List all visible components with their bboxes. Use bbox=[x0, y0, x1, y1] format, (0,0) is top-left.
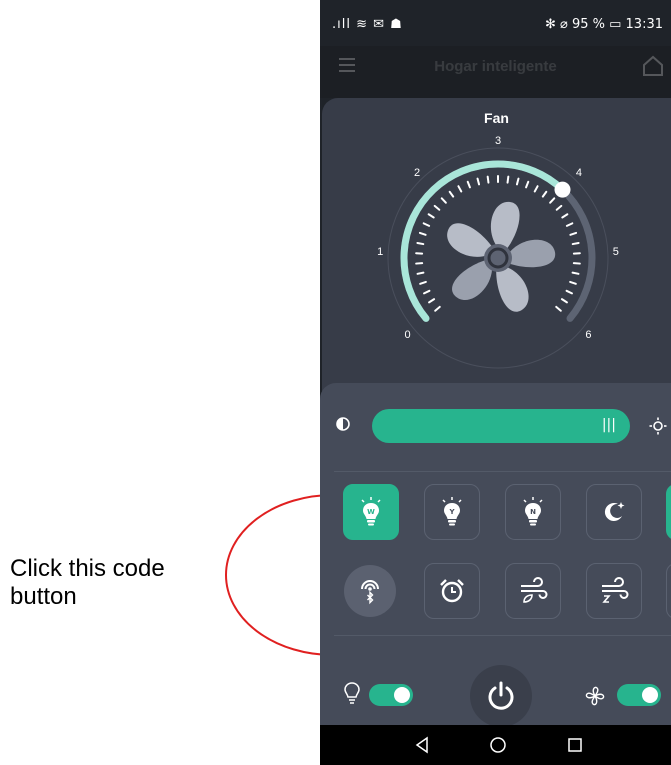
dial-tick bbox=[422, 222, 431, 227]
dial-tick bbox=[416, 271, 425, 275]
svg-text:N: N bbox=[530, 508, 536, 516]
app-bar: Hogar inteligente bbox=[320, 46, 671, 98]
dial-label-0: 0 bbox=[405, 329, 411, 341]
status-left-icons: .ıll ≋ ✉ ☗ bbox=[332, 17, 403, 32]
dial-tick bbox=[561, 213, 569, 219]
bulb-outline-icon bbox=[344, 682, 360, 704]
dial-tick bbox=[571, 241, 580, 246]
toggle-knob bbox=[394, 687, 410, 703]
alarm-clock-button[interactable] bbox=[424, 563, 480, 619]
wind-sleep-icon bbox=[602, 577, 629, 603]
dial-label-1: 1 bbox=[377, 246, 383, 258]
fan-card: Fan 0123456 bbox=[322, 98, 671, 398]
dial-label-2: 2 bbox=[414, 167, 420, 179]
navigation-bar bbox=[320, 725, 671, 765]
wind-sleep-button[interactable] bbox=[586, 563, 642, 619]
mode-moon-button[interactable] bbox=[586, 484, 642, 540]
wind-eco-button[interactable] bbox=[505, 563, 561, 619]
status-right-info: ✻ ⌀ 95 % ▭ 13:31 bbox=[544, 17, 663, 32]
power-icon bbox=[488, 681, 514, 710]
bulb-w-icon: W bbox=[361, 497, 381, 526]
moon-icon bbox=[604, 502, 625, 522]
dial-tick bbox=[457, 185, 463, 193]
dial-tick bbox=[506, 175, 510, 184]
dial-tick bbox=[565, 289, 573, 295]
dial-label-4: 4 bbox=[576, 167, 582, 179]
fan-toggle[interactable] bbox=[617, 684, 661, 706]
bluetooth-code-button[interactable] bbox=[344, 565, 396, 617]
dial-tick bbox=[418, 231, 427, 236]
contrast-icon bbox=[336, 417, 350, 431]
fan-blade bbox=[490, 201, 520, 250]
fan-blades-icon bbox=[447, 201, 555, 312]
dial-tick bbox=[433, 204, 441, 211]
back-icon[interactable] bbox=[412, 735, 432, 755]
dial-tick bbox=[416, 241, 425, 246]
dial-tick bbox=[448, 190, 455, 198]
brightness-slider[interactable]: ||| bbox=[372, 409, 630, 443]
dial-tick bbox=[569, 231, 578, 236]
dial-tick bbox=[560, 298, 568, 304]
alarm-clock-icon bbox=[440, 579, 464, 603]
dial-tick bbox=[486, 175, 490, 184]
dial-tick bbox=[466, 180, 471, 189]
dial-tick bbox=[525, 180, 530, 189]
divider bbox=[334, 471, 671, 472]
dial-tick bbox=[428, 298, 436, 304]
dial-label-5: 5 bbox=[613, 246, 619, 258]
wind-leaf-icon bbox=[521, 577, 548, 603]
light-toggle[interactable] bbox=[369, 684, 413, 706]
dial-tick bbox=[541, 190, 548, 198]
status-bar: .ıll ≋ ✉ ☗ ✻ ⌀ 95 % ▭ 13:31 bbox=[320, 0, 671, 46]
dial-tick bbox=[423, 289, 431, 295]
bulb-n-icon: N bbox=[523, 497, 543, 526]
dial-tick bbox=[515, 177, 520, 186]
fan-small-icon bbox=[585, 686, 605, 706]
mode-bulb-n-button[interactable]: N bbox=[505, 484, 561, 540]
home-icon[interactable] bbox=[641, 54, 665, 78]
dial-label-6: 6 bbox=[585, 329, 591, 341]
mode-bulb-w-button[interactable]: W bbox=[343, 484, 399, 540]
annotation-text: Click this code button bbox=[10, 555, 165, 610]
dial-tick bbox=[427, 213, 435, 219]
dial-tick bbox=[555, 204, 563, 211]
phone-screen: .ıll ≋ ✉ ☗ ✻ ⌀ 95 % ▭ 13:31 Hogar inteli… bbox=[320, 0, 671, 765]
app-title: Hogar inteligente bbox=[434, 58, 557, 75]
dial-tick bbox=[533, 185, 539, 193]
dial-tick bbox=[565, 222, 574, 227]
power-button[interactable] bbox=[470, 665, 532, 727]
svg-text:W: W bbox=[367, 508, 375, 516]
mode-extra-button[interactable] bbox=[666, 484, 671, 540]
divider bbox=[334, 635, 671, 636]
dial-tick bbox=[419, 280, 427, 285]
mode-bulb-y-button[interactable]: Y bbox=[424, 484, 480, 540]
sun-icon bbox=[649, 417, 667, 435]
bulb-y-icon: Y bbox=[442, 497, 462, 526]
dial-tick bbox=[476, 177, 481, 186]
svg-text:Y: Y bbox=[448, 508, 455, 516]
slider-grip[interactable]: ||| bbox=[602, 417, 616, 433]
dial-tick bbox=[555, 305, 562, 312]
bluetooth-signal-icon bbox=[361, 580, 379, 605]
dial-tick bbox=[549, 197, 556, 204]
dial-label-3: 3 bbox=[495, 135, 501, 147]
recent-apps-icon[interactable] bbox=[565, 735, 585, 755]
dial-tick bbox=[440, 197, 447, 204]
dial-tick bbox=[434, 305, 441, 312]
home-circle-icon[interactable] bbox=[488, 735, 508, 755]
dial-tick bbox=[569, 280, 577, 285]
fan-dial[interactable]: 0 1 2 3 4 5 6 bbox=[322, 98, 671, 398]
dial-knob[interactable] bbox=[554, 181, 571, 198]
controls-panel: ||| W Y N bbox=[320, 383, 671, 727]
dial-tick bbox=[571, 271, 580, 275]
mode-extra-button-2[interactable] bbox=[666, 563, 671, 619]
toggle-knob bbox=[642, 687, 658, 703]
